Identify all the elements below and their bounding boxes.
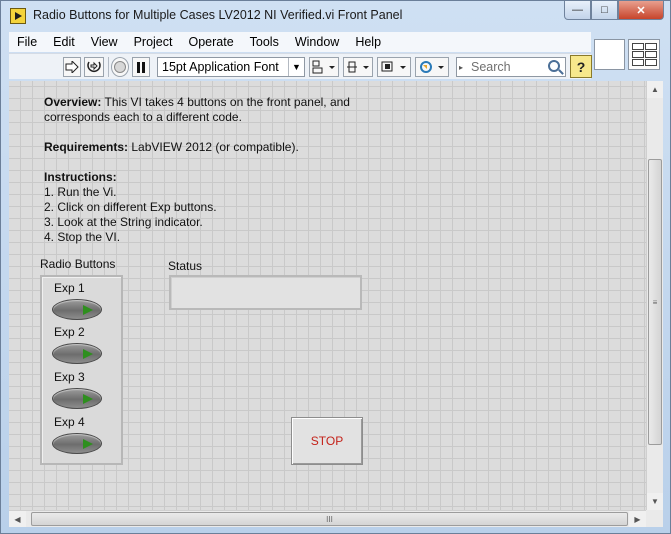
scroll-right-icon[interactable]: ▶ bbox=[629, 511, 646, 527]
scrollbar-corner bbox=[646, 510, 663, 527]
vertical-scrollbar[interactable]: ▲ ≡ ▼ bbox=[646, 81, 663, 510]
abort-icon[interactable] bbox=[111, 57, 129, 77]
search-prefix-icon: ▸ bbox=[459, 62, 464, 72]
menu-file[interactable]: File bbox=[9, 35, 45, 49]
exp-3-label: Exp 3 bbox=[54, 370, 85, 384]
front-panel: Overview: This VI takes 4 buttons on the… bbox=[9, 81, 646, 510]
labview-window: Radio Buttons for Multiple Cases LV2012 … bbox=[0, 0, 671, 534]
exp-4-button[interactable] bbox=[52, 433, 102, 454]
scroll-up-icon[interactable]: ▲ bbox=[647, 81, 663, 98]
exp-1-label: Exp 1 bbox=[54, 281, 85, 295]
search-placeholder: Search bbox=[471, 60, 511, 74]
vi-icon[interactable] bbox=[594, 39, 625, 70]
menu-help[interactable]: Help bbox=[347, 35, 389, 49]
led-indicator-icon bbox=[83, 305, 93, 315]
menu-project[interactable]: Project bbox=[126, 35, 181, 49]
radio-buttons-label: Radio Buttons bbox=[40, 257, 116, 271]
menu-edit[interactable]: Edit bbox=[45, 35, 83, 49]
connector-terminal bbox=[632, 51, 644, 58]
run-continuously-icon[interactable] bbox=[84, 57, 104, 77]
search-icon[interactable] bbox=[548, 60, 560, 72]
horizontal-scroll-thumb[interactable]: III bbox=[31, 512, 628, 526]
led-indicator-icon bbox=[83, 349, 93, 359]
status-string-indicator bbox=[169, 275, 362, 310]
window-title: Radio Buttons for Multiple Cases LV2012 … bbox=[33, 8, 403, 22]
menu-bar: File Edit View Project Operate Tools Win… bbox=[9, 32, 591, 52]
exp-4-label: Exp 4 bbox=[54, 415, 85, 429]
title-bar: Radio Buttons for Multiple Cases LV2012 … bbox=[1, 1, 670, 31]
led-indicator-icon bbox=[83, 439, 93, 449]
exp-1-button[interactable] bbox=[52, 299, 102, 320]
instruction-step: 1. Run the Vi. bbox=[44, 185, 117, 199]
menu-window[interactable]: Window bbox=[287, 35, 347, 49]
connector-terminal bbox=[632, 59, 644, 66]
scroll-left-icon[interactable]: ◀ bbox=[9, 511, 26, 527]
resize-objects-icon[interactable] bbox=[377, 57, 411, 77]
requirements-text: LabVIEW 2012 (or compatible). bbox=[128, 140, 299, 154]
exp-3-button[interactable] bbox=[52, 388, 102, 409]
instructions-heading: Instructions: bbox=[44, 170, 117, 184]
vertical-scroll-thumb[interactable]: ≡ bbox=[648, 159, 662, 445]
instruction-step: 3. Look at the String indicator. bbox=[44, 215, 203, 229]
context-help-button[interactable]: ? bbox=[570, 55, 592, 78]
toolbar: 15pt Application Font ▼ ▸ Search ? bbox=[9, 53, 592, 79]
font-dropdown[interactable]: 15pt Application Font ▼ bbox=[157, 57, 305, 77]
chevron-down-icon: ▼ bbox=[288, 58, 304, 76]
status-label: Status bbox=[168, 259, 203, 273]
scroll-down-icon[interactable]: ▼ bbox=[647, 493, 663, 510]
connector-terminal bbox=[645, 51, 657, 58]
align-objects-icon[interactable] bbox=[309, 57, 339, 77]
stop-button[interactable]: STOP bbox=[291, 417, 363, 465]
connector-terminal bbox=[645, 59, 657, 66]
status-value bbox=[171, 277, 360, 293]
maximize-button[interactable]: □ bbox=[591, 1, 618, 20]
led-indicator-icon bbox=[83, 394, 93, 404]
menu-view[interactable]: View bbox=[83, 35, 126, 49]
radio-buttons-control: Exp 1 Exp 2 Exp 3 Exp 4 bbox=[40, 275, 123, 465]
reorder-icon[interactable] bbox=[415, 57, 449, 77]
documentation-text: Overview: This VI takes 4 buttons on the… bbox=[44, 95, 404, 245]
search-input[interactable]: ▸ Search bbox=[456, 57, 566, 77]
distribute-objects-icon[interactable] bbox=[343, 57, 373, 77]
font-dropdown-value: 15pt Application Font bbox=[162, 60, 279, 74]
menu-tools[interactable]: Tools bbox=[242, 35, 287, 49]
exp-2-label: Exp 2 bbox=[54, 325, 85, 339]
horizontal-scrollbar[interactable]: ◀ III ▶ bbox=[9, 510, 646, 527]
run-arrow-icon[interactable] bbox=[63, 57, 81, 77]
requirements-heading: Requirements: bbox=[44, 140, 129, 154]
instruction-step: 2. Click on different Exp buttons. bbox=[44, 200, 217, 214]
connector-pane[interactable] bbox=[628, 39, 660, 70]
minimize-button[interactable]: — bbox=[564, 1, 591, 20]
overview-heading: Overview: bbox=[44, 95, 102, 109]
labview-vi-icon bbox=[10, 8, 26, 24]
close-button[interactable]: ✕ bbox=[618, 1, 664, 20]
pause-icon[interactable] bbox=[132, 57, 150, 77]
menu-operate[interactable]: Operate bbox=[180, 35, 241, 49]
connector-terminal bbox=[632, 43, 644, 50]
instruction-step: 4. Stop the VI. bbox=[44, 230, 121, 244]
connector-terminal bbox=[645, 43, 657, 50]
exp-2-button[interactable] bbox=[52, 343, 102, 364]
